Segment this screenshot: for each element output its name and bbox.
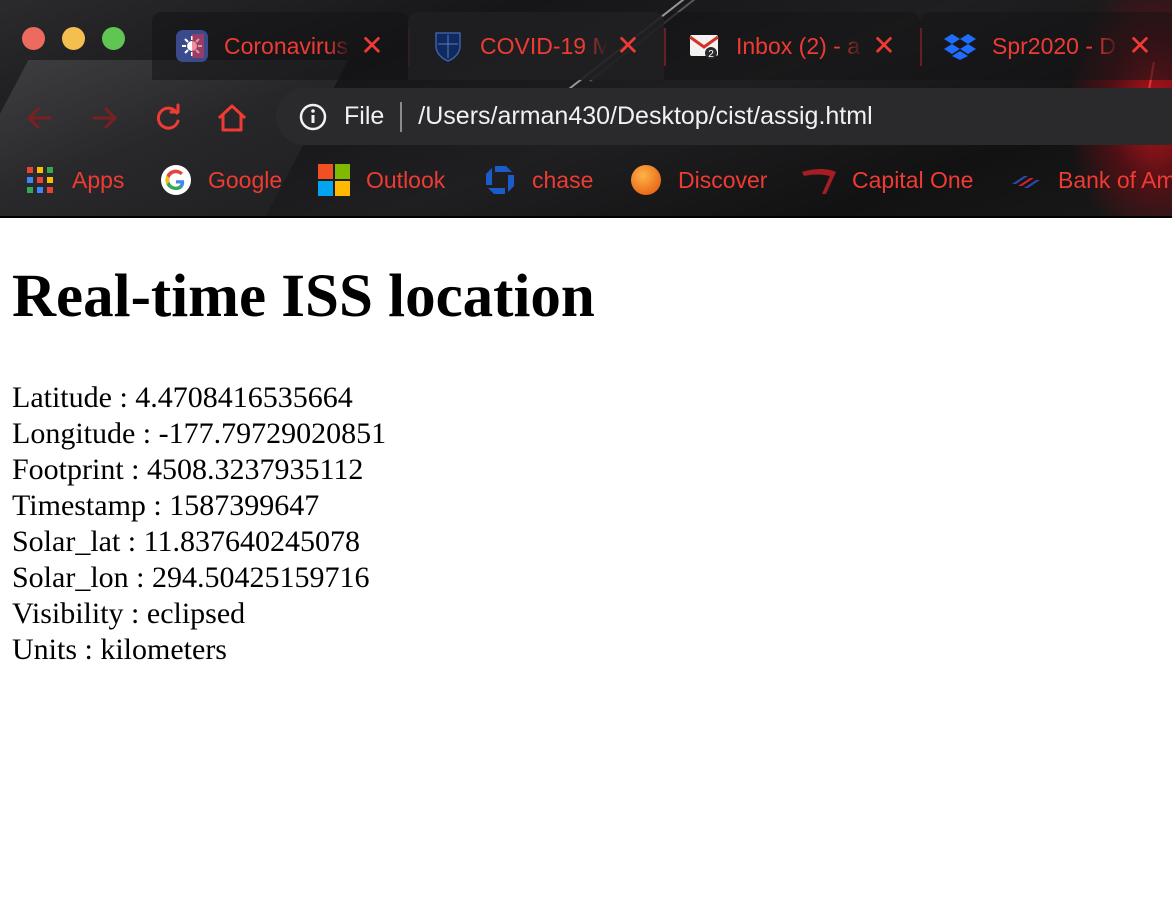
tab-title: Spr2020 - D <box>992 32 1117 59</box>
dropbox-icon <box>944 30 976 62</box>
microsoft-icon <box>318 164 350 196</box>
iss-field-solar-lon: Solar_lon : 294.50425159716 <box>12 561 370 594</box>
iss-field-timestamp: Timestamp : 1587399647 <box>12 489 320 522</box>
close-tab-icon[interactable]: ✕ <box>870 32 898 60</box>
page-content: Real-time ISS location Latitude : 4.4708… <box>12 236 1172 668</box>
home-icon <box>217 104 247 132</box>
address-bar[interactable]: File /Users/arman430/Desktop/cist/assig.… <box>276 88 1172 145</box>
tab-title: COVID-19 Map <box>480 32 608 59</box>
discover-icon <box>630 164 662 196</box>
bookmark-chase[interactable]: chase <box>484 162 593 198</box>
svg-text:2: 2 <box>708 49 714 60</box>
url-text[interactable]: /Users/arman430/Desktop/cist/assig.html <box>418 102 872 131</box>
info-icon[interactable] <box>298 102 328 132</box>
google-icon <box>160 164 192 196</box>
bookmark-label: chase <box>532 166 594 193</box>
minimize-window-button[interactable] <box>62 27 85 50</box>
tab-title: Inbox (2) - a <box>736 32 860 59</box>
iss-field-units: Units : kilometers <box>12 633 227 666</box>
bookmark-google[interactable]: Google <box>160 162 282 198</box>
back-arrow-icon <box>27 107 52 129</box>
page-title: Real-time ISS location <box>12 263 595 330</box>
tab[interactable]: 2 Inbox (2) - a ✕ <box>664 12 920 80</box>
bookmark-label: Capital One <box>852 166 974 193</box>
bookmark-label: Google <box>208 166 283 193</box>
capital-one-icon <box>802 164 836 196</box>
bookmark-bank-of-america[interactable]: Bank of America <box>1010 162 1172 198</box>
chase-icon <box>484 164 516 196</box>
back-button[interactable] <box>22 100 58 136</box>
iss-field-longitude: Longitude : -177.79729020851 <box>12 417 387 450</box>
bookmark-apps[interactable]: Apps <box>24 162 124 198</box>
iss-field-footprint: Footprint : 4508.3237935112 <box>12 453 364 486</box>
iss-field-solar-lat: Solar_lat : 11.837640245078 <box>12 525 361 558</box>
address-divider <box>400 101 403 132</box>
close-window-button[interactable] <box>22 27 45 50</box>
iss-data-list: Latitude : 4.4708416535664 Longitude : -… <box>12 380 1172 668</box>
reload-icon <box>156 103 180 130</box>
maximize-window-button[interactable] <box>102 27 125 50</box>
coronavirus-icon <box>176 30 208 62</box>
apps-grid-icon <box>24 164 56 196</box>
reload-button[interactable] <box>150 100 186 136</box>
iss-field-latitude: Latitude : 4.4708416535664 <box>12 381 353 414</box>
bookmark-outlook[interactable]: Outlook <box>318 162 445 198</box>
bank-of-america-icon <box>1010 164 1042 196</box>
tab[interactable]: Spr2020 - D ✕ <box>920 12 1172 80</box>
bookmark-label: Bank of America <box>1058 166 1172 193</box>
tab-title: Coronavirus <box>224 32 348 59</box>
tab[interactable]: COVID-19 Map ✕ <box>408 12 664 80</box>
bookmark-label: Apps <box>72 166 125 193</box>
bookmark-label: Outlook <box>366 166 446 193</box>
home-button[interactable] <box>214 100 250 136</box>
close-tab-icon[interactable]: ✕ <box>358 32 386 60</box>
iss-field-visibility: Visibility : eclipsed <box>12 597 246 630</box>
bookmark-capital-one[interactable]: Capital One <box>802 162 973 198</box>
bookmark-label: Discover <box>678 166 768 193</box>
close-tab-icon[interactable]: ✕ <box>1126 32 1154 60</box>
tab[interactable]: Coronavirus ✕ <box>152 12 408 80</box>
forward-button[interactable] <box>86 100 122 136</box>
browser-chrome: Coronavirus ✕ COVID-19 Map ✕ 2 Inbox (2)… <box>0 0 1172 218</box>
close-tab-icon[interactable]: ✕ <box>614 32 642 60</box>
scheme-label: File <box>344 102 385 130</box>
forward-arrow-icon <box>92 107 117 129</box>
bookmark-discover[interactable]: Discover <box>630 162 767 198</box>
gmail-icon: 2 <box>688 30 720 62</box>
jhu-shield-icon <box>432 30 464 62</box>
